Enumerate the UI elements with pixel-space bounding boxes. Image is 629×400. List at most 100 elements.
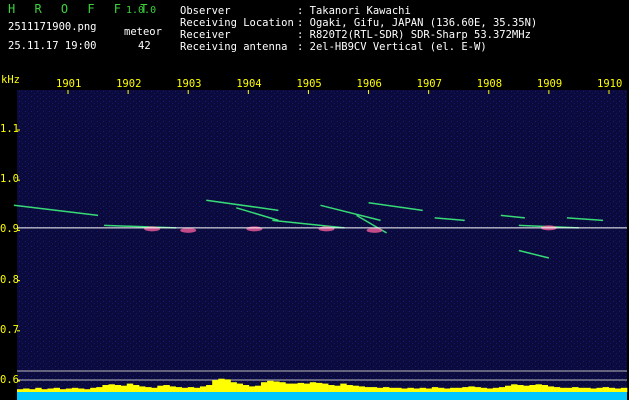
level-bar	[559, 387, 567, 392]
level-bar	[200, 386, 207, 392]
level-bar	[47, 388, 54, 392]
level-bar	[419, 387, 426, 392]
echo-hotspot	[180, 227, 197, 233]
level-bar	[468, 386, 475, 392]
x-tick-label: 1910	[597, 78, 623, 90]
level-bar	[364, 387, 372, 392]
level-bar	[602, 387, 609, 392]
level-bar	[285, 383, 292, 392]
level-bar	[328, 385, 335, 392]
level-bar	[59, 389, 67, 392]
level-bar	[517, 385, 524, 392]
level-bar	[511, 384, 518, 392]
level-bar	[230, 382, 237, 392]
level-bar	[541, 385, 548, 392]
level-bar	[114, 385, 121, 392]
level-bar	[523, 385, 530, 392]
level-bar	[480, 387, 487, 392]
level-bar	[425, 388, 433, 392]
level-bar	[120, 385, 128, 392]
spectrogram	[13, 90, 628, 400]
level-bar	[303, 383, 311, 392]
level-bar	[242, 385, 250, 392]
level-bar	[218, 378, 225, 392]
level-bar	[566, 387, 573, 392]
level-bar	[431, 387, 439, 392]
level-bar	[322, 383, 329, 392]
level-bar	[456, 387, 463, 392]
level-bar	[614, 388, 622, 392]
x-tick-label: 1903	[176, 78, 202, 90]
x-tick-label: 1906	[356, 78, 382, 90]
level-bar	[193, 387, 201, 392]
level-bar	[254, 385, 262, 392]
level-bar	[407, 387, 414, 392]
level-bar	[578, 387, 585, 392]
y-axis-label: kHz	[1, 74, 20, 86]
level-bar	[90, 387, 97, 392]
level-bar	[315, 382, 323, 392]
level-bar	[486, 388, 494, 392]
level-bar	[608, 387, 616, 392]
level-bar	[505, 385, 512, 392]
level-bar	[23, 388, 30, 392]
level-bar	[376, 387, 384, 392]
level-bar	[17, 389, 24, 392]
level-bar	[132, 385, 140, 392]
level-bar	[78, 388, 85, 392]
level-bar	[474, 387, 481, 392]
level-bar	[413, 388, 420, 392]
level-bar	[401, 388, 408, 392]
level-bar	[620, 387, 628, 392]
level-bar	[444, 388, 451, 392]
level-bar	[145, 387, 152, 392]
level-bar	[547, 386, 555, 392]
x-tick-label: 1905	[296, 78, 322, 90]
x-tick-label: 1902	[116, 78, 142, 90]
level-bar	[346, 385, 353, 392]
level-bar	[267, 380, 274, 392]
level-bar	[151, 387, 158, 392]
level-bar	[102, 385, 109, 392]
y-tick-label: 0.6	[0, 374, 19, 386]
level-bar	[169, 386, 176, 392]
level-bar	[340, 383, 347, 392]
level-bar	[139, 386, 146, 392]
level-bar	[71, 387, 79, 392]
level-bar	[187, 387, 195, 392]
level-bar	[206, 385, 213, 392]
level-bar	[41, 389, 48, 392]
level-bar	[450, 387, 457, 392]
level-bar	[498, 387, 506, 392]
level-bar	[529, 385, 536, 392]
level-bar	[84, 389, 91, 392]
echo-hotspot	[246, 226, 263, 232]
level-bar	[352, 385, 359, 392]
echo-hotspot	[144, 226, 161, 232]
level-bar	[309, 382, 317, 392]
level-bar	[395, 387, 402, 392]
level-bar	[53, 387, 60, 392]
level-bar	[572, 387, 579, 392]
level-bar	[492, 387, 500, 392]
x-tick-label: 1901	[56, 78, 82, 90]
level-bar	[437, 387, 445, 392]
level-bar	[535, 384, 542, 392]
level-bar	[175, 387, 182, 392]
y-tick-label: 0.7	[0, 323, 19, 336]
level-base	[17, 391, 627, 400]
level-bar	[35, 387, 42, 392]
level-bar	[462, 387, 469, 392]
x-tick-label: 1907	[416, 78, 442, 90]
x-tick-label: 1909	[536, 78, 563, 90]
x-tick-label: 1908	[476, 78, 503, 90]
plot-area	[17, 90, 627, 396]
level-bar	[261, 382, 268, 392]
level-bar	[383, 387, 390, 392]
level-bar	[358, 386, 365, 392]
echo-hotspot	[318, 226, 335, 232]
level-bar	[108, 384, 115, 392]
level-bar	[224, 379, 231, 392]
echo-hotspot	[366, 227, 383, 233]
y-tick-label: 1.0	[0, 173, 19, 186]
